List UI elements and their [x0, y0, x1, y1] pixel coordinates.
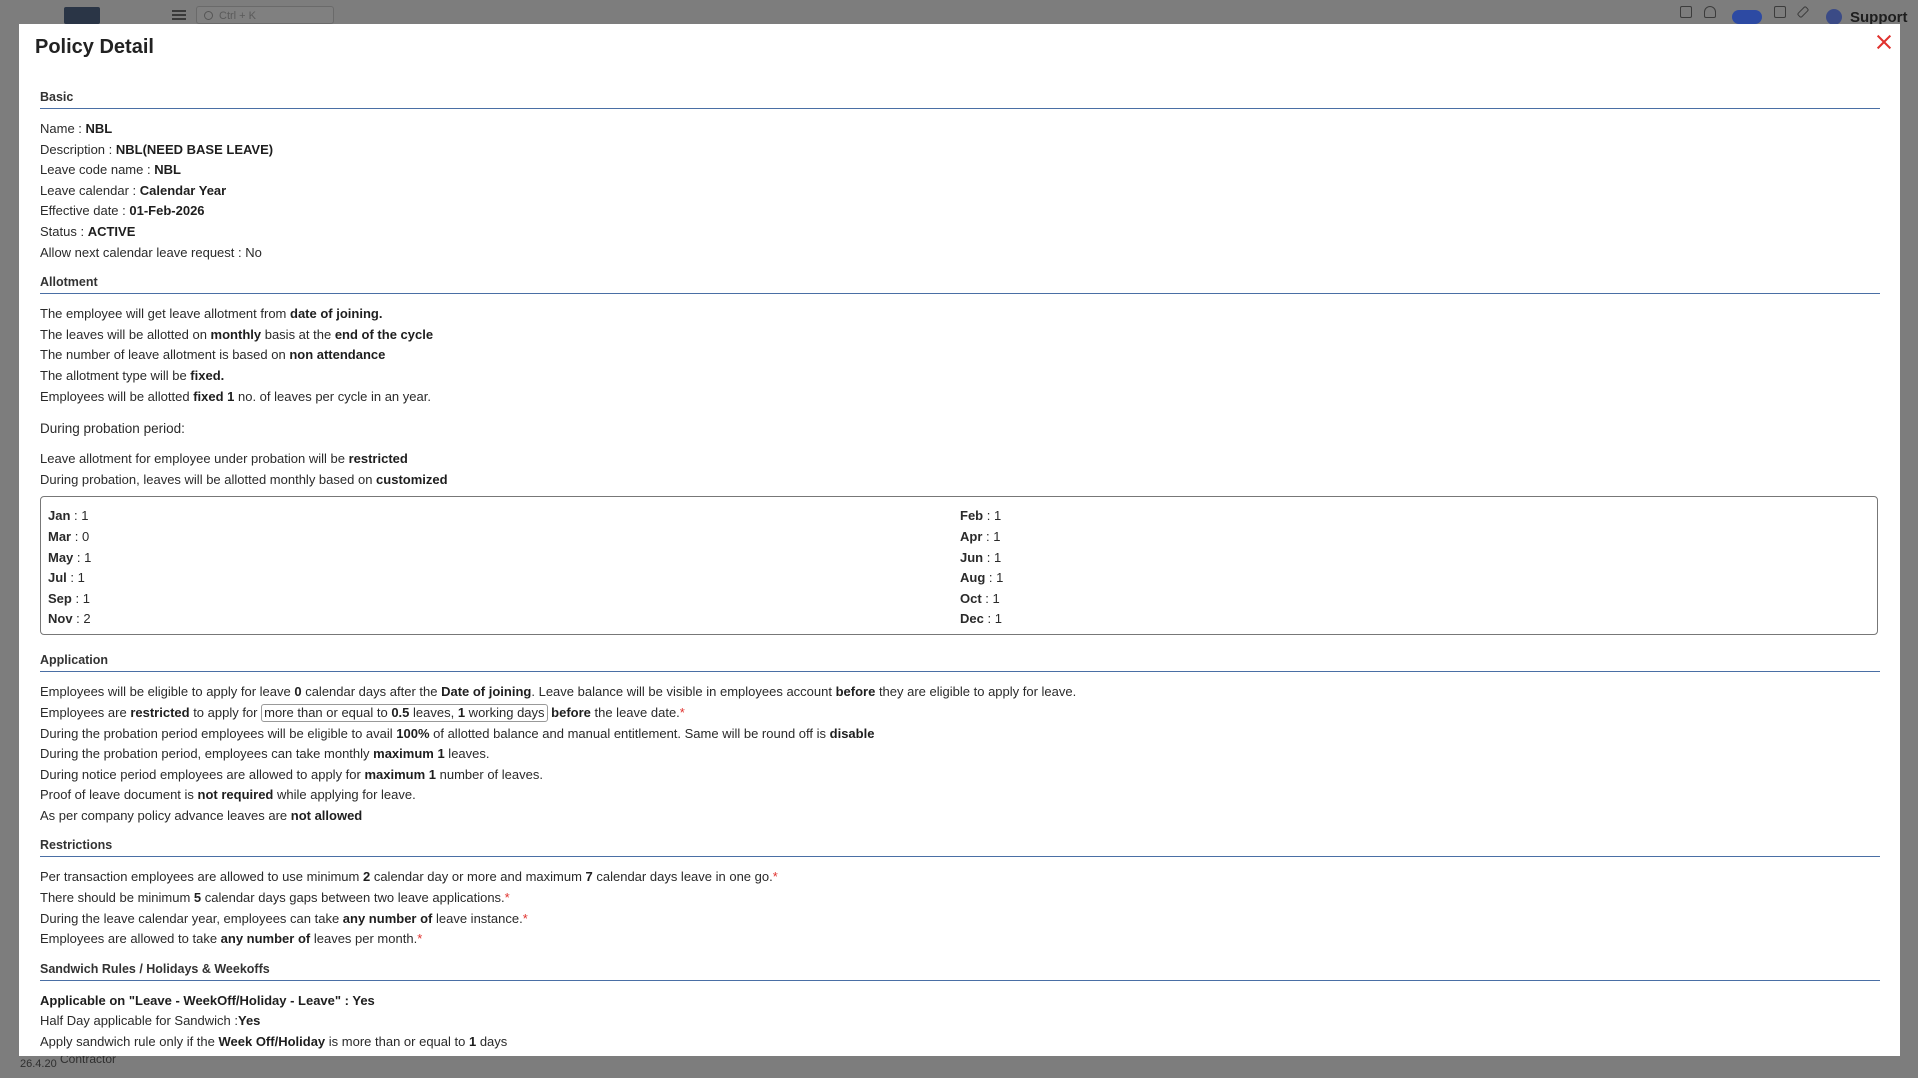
- app-version: 26.4.20: [20, 1058, 57, 1070]
- month-item: Apr : 1: [960, 528, 1001, 544]
- month-item: Jun : 1: [960, 549, 1002, 565]
- required-marker: *: [772, 869, 778, 885]
- bell-icon[interactable]: [1704, 6, 1716, 18]
- month-item: Jul : 1: [48, 570, 85, 586]
- application-line-6: Proof of leave document is not required …: [40, 787, 416, 803]
- allotment-line-4: The allotment type will be fixed.: [40, 367, 225, 383]
- restriction-condition: more than or equal to 0.5 leaves, 1 work…: [261, 703, 548, 722]
- application-line-1: Employees will be eligible to apply for …: [40, 684, 1077, 700]
- month-item: Dec : 1: [960, 611, 1002, 627]
- required-marker: *: [504, 890, 510, 906]
- basic-effective-date: Effective date : 01-Feb-2026: [40, 203, 205, 219]
- sandwich-line-3: Apply sandwich rule only if the Week Off…: [40, 1034, 508, 1050]
- restrictions-line-3: During the leave calendar year, employee…: [40, 910, 528, 926]
- allotment-line-5: Employees will be allotted fixed 1 no. o…: [40, 388, 431, 404]
- translate-icon[interactable]: [1680, 6, 1692, 18]
- required-marker: *: [417, 931, 423, 947]
- theme-toggle[interactable]: [1732, 10, 1762, 24]
- month-item: May : 1: [48, 549, 92, 565]
- required-marker: *: [679, 704, 685, 720]
- search-placeholder: Ctrl + K: [219, 10, 256, 22]
- top-bar: Ctrl + K Support: [0, 0, 1918, 26]
- section-application-heading: Application: [40, 653, 1880, 673]
- month-item: Mar : 0: [48, 528, 90, 544]
- month-item: Feb : 1: [960, 508, 1002, 524]
- month-item: Oct : 1: [960, 590, 1000, 606]
- basic-status: Status : ACTIVE: [40, 223, 136, 239]
- basic-leave-calendar: Leave calendar : Calendar Year: [40, 182, 227, 198]
- application-line-5: During notice period employees are allow…: [40, 766, 543, 782]
- probation-line-2: During probation, leaves will be allotte…: [40, 471, 448, 487]
- basic-allow-next: Allow next calendar leave request : No: [40, 244, 262, 260]
- fullscreen-icon[interactable]: [1774, 6, 1786, 18]
- restrictions-line-1: Per transaction employees are allowed to…: [40, 869, 778, 885]
- section-sandwich-heading: Sandwich Rules / Holidays & Weekoffs: [40, 962, 1880, 981]
- pen-icon[interactable]: [1796, 5, 1810, 19]
- policy-content: Basic Name : NBL Description : NBL(NEED …: [40, 90, 1880, 1053]
- application-line-2: Employees are restricted to apply for mo…: [40, 703, 685, 722]
- hamburger-menu-icon[interactable]: [172, 10, 186, 20]
- allotment-line-1: The employee will get leave allotment fr…: [40, 306, 383, 322]
- basic-leave-code: Leave code name : NBL: [40, 162, 181, 178]
- restrictions-line-4: Employees are allowed to take any number…: [40, 931, 423, 947]
- allotment-line-2: The leaves will be allotted on monthly b…: [40, 326, 434, 342]
- basic-name: Name : NBL: [40, 121, 113, 136]
- section-basic-heading: Basic: [40, 90, 1880, 109]
- month-item: Aug : 1: [960, 570, 1004, 586]
- restrictions-line-2: There should be minimum 5 calendar days …: [40, 890, 510, 906]
- required-marker: *: [522, 910, 528, 926]
- probation-line-1: Leave allotment for employee under proba…: [40, 451, 408, 467]
- month-item: Jan : 1: [48, 508, 89, 524]
- section-restrictions-heading: Restrictions: [40, 838, 1880, 858]
- company-logo: [64, 7, 100, 24]
- application-line-7: As per company policy advance leaves are…: [40, 807, 363, 823]
- search-icon: [204, 11, 213, 20]
- month-item: Nov : 2: [48, 611, 91, 627]
- sandwich-line-2: Half Day applicable for Sandwich :Yes: [40, 1013, 261, 1029]
- sandwich-line-1: Applicable on "Leave - WeekOff/Holiday -…: [40, 992, 375, 1008]
- modal-title: Policy Detail: [35, 36, 154, 58]
- global-search-input[interactable]: Ctrl + K: [196, 6, 334, 24]
- monthly-allotment-box: Jan : 1 Mar : 0 May : 1 Jul : 1 Sep : 1 …: [40, 496, 1878, 636]
- month-item: Sep : 1: [48, 590, 90, 606]
- application-line-3: During the probation period employees wi…: [40, 725, 875, 741]
- close-icon[interactable]: [1874, 32, 1894, 52]
- months-left-column: Jan : 1 Mar : 0 May : 1 Jul : 1 Sep : 1 …: [48, 506, 91, 630]
- avatar[interactable]: [1826, 9, 1842, 25]
- section-allotment-heading: Allotment: [40, 275, 1880, 295]
- allotment-line-3: The number of leave allotment is based o…: [40, 347, 386, 363]
- application-line-4: During the probation period, employees c…: [40, 746, 490, 762]
- months-right-column: Feb : 1 Apr : 1 Jun : 1 Aug : 1 Oct : 1 …: [960, 506, 1003, 630]
- basic-description: Description : NBL(NEED BASE LEAVE): [40, 141, 274, 157]
- policy-detail-modal: Policy Detail Basic Name : NBL Descripti…: [19, 24, 1900, 1056]
- probation-title: During probation period:: [40, 421, 185, 437]
